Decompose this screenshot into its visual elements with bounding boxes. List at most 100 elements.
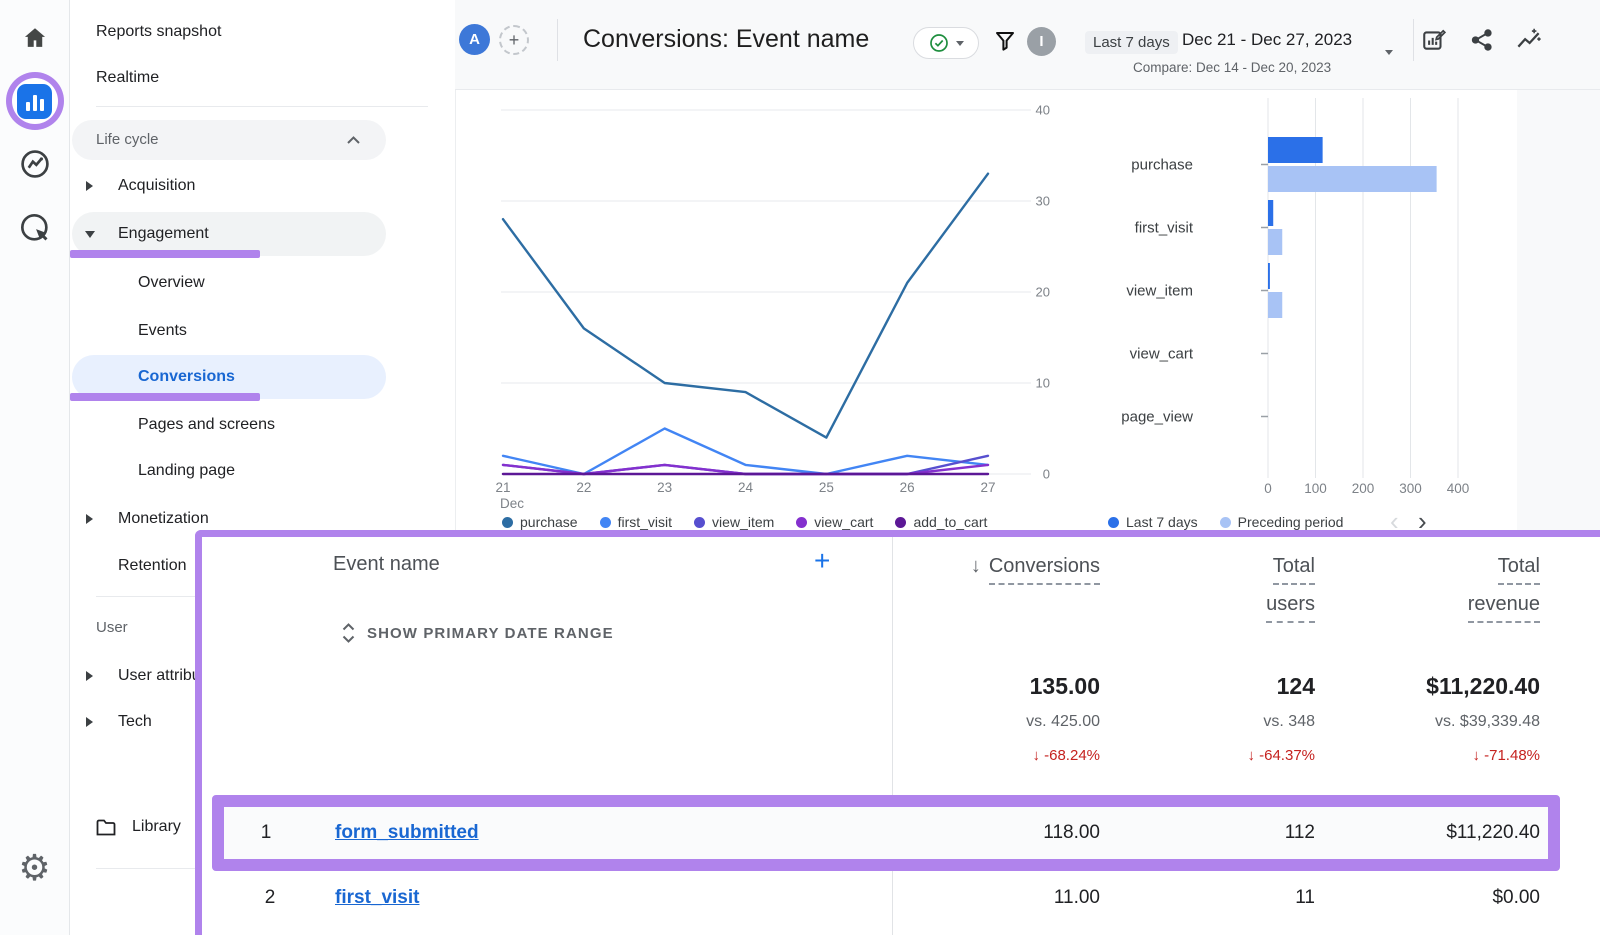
bar-glyph [40,99,44,111]
totals-users: 124 vs. 348 ↓ -64.37% [1247,673,1315,767]
add-column-button[interactable]: + [814,545,830,577]
legend-label: view_item [712,514,774,530]
legend-item: Last 7 days [1108,514,1198,530]
event-link[interactable]: first_visit [335,870,419,926]
column-header-conversions[interactable]: ↓Conversions [971,553,1100,585]
bar-chart-xtick-label: 200 [1352,481,1375,496]
legend-dot [502,517,513,528]
bar-chart-xtick-label: 0 [1264,481,1272,496]
advertising-nav-icon[interactable] [19,212,51,249]
chevron-down-icon [956,41,964,46]
sidebar-item-acquisition[interactable]: Acquisition [70,168,455,204]
legend-item: purchase [502,514,578,530]
sidebar-item-overview[interactable]: Overview [70,265,455,301]
legend-dot [1220,517,1231,528]
line-chart-ytick-label: 20 [1036,285,1050,300]
legend-dot [796,517,807,528]
bar-category-label: purchase [1131,157,1193,174]
insights-icon[interactable] [1515,27,1542,54]
bar-category-label: view_cart [1130,346,1194,363]
line-chart-legend: purchase first_visit view_item view_cart… [502,514,987,530]
sidebar-item-pages-and-screens[interactable]: Pages and screens [70,407,455,443]
legend-item: add_to_cart [895,514,987,530]
explore-nav-icon[interactable] [19,148,51,185]
bar-glyph [33,95,37,111]
highlighted-row-frame: 1 form_submitted 118.00 112 $11,220.40 [212,795,1560,871]
info-badge[interactable]: I [1027,27,1056,56]
legend-label: purchase [520,514,578,530]
sidebar-item-events[interactable]: Events [70,313,455,349]
legend-item: view_item [694,514,774,530]
column-header-total-revenue[interactable]: Total revenue [1468,553,1540,629]
bar-chart-xtick-label: 100 [1304,481,1327,496]
conversions-highlight-bar [70,393,260,401]
nav-label: Library [132,818,181,836]
totals-revenue: $11,220.40 vs. $39,339.48 ↓ -71.48% [1426,673,1540,767]
legend-dot [694,517,705,528]
column-header-total-users[interactable]: Total users [1266,553,1315,629]
line-chart-x-sublabel: Dec [500,496,524,511]
chevron-right-icon [86,181,93,191]
legend-dot [895,517,906,528]
legend-item: view_cart [796,514,873,530]
left-icon-rail: ⚙ [0,0,70,935]
report-valid-badge[interactable] [913,27,979,59]
cell-users: 11 [1295,870,1315,926]
date-range-selector[interactable]: Dec 21 - Dec 27, 2023 [1182,30,1352,50]
bar-category-label: view_item [1126,283,1193,300]
home-icon[interactable] [21,24,49,57]
line-chart-xtick-label: 26 [900,480,915,495]
totals-conversions: 135.00 vs. 425.00 ↓ -68.24% [1026,673,1100,767]
reports-nav-icon[interactable] [6,72,64,130]
event-link[interactable]: form_submitted [335,807,479,859]
account-avatar[interactable]: A [459,24,490,55]
nav-label: Tech [118,713,152,730]
sidebar-item-reports-snapshot[interactable]: Reports snapshot [70,14,455,50]
report-header: A + Conversions: Event name I Last 7 day… [455,0,1600,90]
legend-label: Preceding period [1238,514,1344,530]
toggle-label: SHOW PRIMARY DATE RANGE [367,625,614,642]
customize-report-icon[interactable] [1421,27,1447,53]
settings-gear-icon[interactable]: ⚙ [18,850,50,886]
total-vs: vs. 348 [1247,710,1315,734]
cell-revenue: $0.00 [1492,870,1540,926]
column-label: Total [1273,553,1315,585]
share-icon[interactable] [1469,27,1495,53]
chevron-down-icon[interactable] [1385,50,1393,55]
charts-canvas: 01020304021222324252627Dec0100200300400p… [456,90,1517,530]
sidebar-item-realtime[interactable]: Realtime [70,60,455,96]
line-chart-xtick-label: 25 [819,480,834,495]
page-margin [1517,90,1600,530]
sidebar-item-landing-page[interactable]: Landing page [70,453,455,489]
header-divider [1413,19,1414,61]
prev-page-icon[interactable]: ‹ [1390,508,1399,530]
cell-users: 112 [1285,807,1315,859]
total-value: 124 [1247,673,1315,699]
unfold-icon [342,623,355,643]
legend-item: first_visit [600,514,672,530]
next-page-icon[interactable]: › [1418,508,1427,530]
legend-dot [1108,517,1119,528]
row-index: 1 [254,807,278,859]
bar-view_item-current [1268,263,1270,289]
compare-range-label: Compare: Dec 14 - Dec 20, 2023 [1133,60,1331,75]
line-chart-ytick-label: 0 [1043,467,1050,482]
table-row[interactable]: 1 form_submitted 118.00 112 $11,220.40 [224,807,1548,859]
table-row[interactable]: 2 first_visit 11.00 11 $0.00 [202,870,1600,926]
dimension-column-header[interactable]: Event name [333,553,440,576]
line-chart-ytick-label: 10 [1036,376,1050,391]
reports-icon-gap [12,78,58,124]
total-delta: -71.48% [1484,747,1540,764]
line-series-view_cart [503,465,988,474]
section-header-life-cycle[interactable]: Life cycle [72,120,386,160]
date-preset-label: Last 7 days [1085,31,1178,54]
sidebar-item-library[interactable]: Library [96,806,181,848]
line-chart-xtick-label: 23 [657,480,672,495]
filter-icon[interactable] [993,29,1017,53]
total-value: 135.00 [1026,673,1100,699]
line-chart-xtick-label: 21 [495,480,510,495]
bar-category-label: first_visit [1135,220,1194,237]
show-primary-date-range-toggle[interactable]: SHOW PRIMARY DATE RANGE [342,623,614,643]
add-comparison-button[interactable]: + [499,25,529,55]
legend-label: Last 7 days [1126,514,1198,530]
